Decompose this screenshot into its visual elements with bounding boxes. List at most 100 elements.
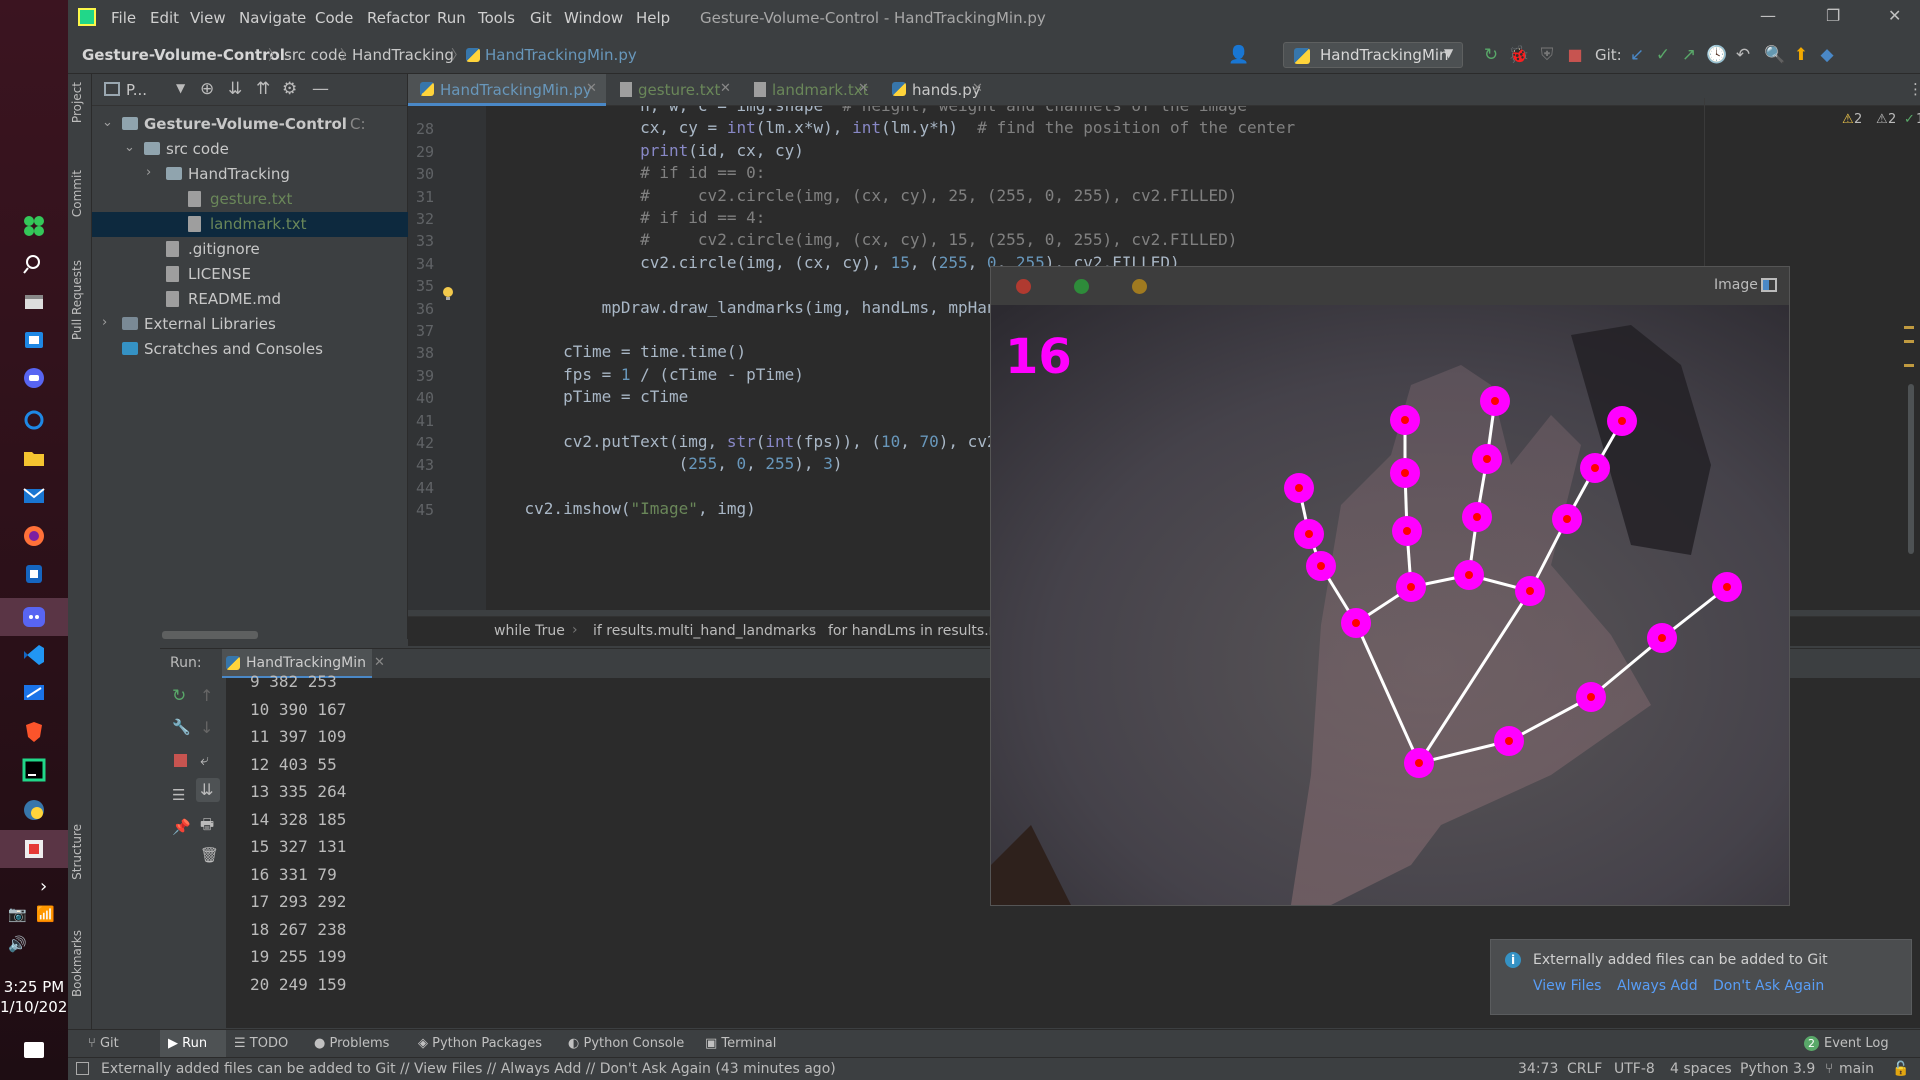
menu-edit[interactable]: Edit (150, 9, 179, 27)
menu-code[interactable]: Code (315, 9, 353, 27)
structure-tool-tab[interactable]: Structure (70, 824, 84, 880)
search-icon[interactable] (22, 252, 46, 276)
tab-gesture[interactable]: gesture.txt ✕ (608, 74, 740, 106)
git-commit-icon[interactable]: ✓ (1652, 44, 1674, 66)
project-view-select[interactable]: P... (126, 81, 147, 99)
tree-item[interactable]: ⌄ src code (92, 137, 408, 162)
menu-tools[interactable]: Tools (478, 9, 515, 27)
menu-run[interactable]: Run (437, 9, 466, 27)
search-everywhere-icon[interactable]: 🔍 (1764, 44, 1786, 66)
locate-file-icon[interactable]: ⊕ (200, 79, 214, 99)
camera-tray-icon[interactable]: 📷 (8, 905, 27, 923)
scroll-down-icon[interactable]: ↓ (200, 718, 213, 737)
files-icon[interactable] (22, 290, 46, 314)
menu-file[interactable]: File (111, 9, 136, 27)
rerun-icon[interactable]: ↻ (1480, 44, 1502, 66)
camera-image-window[interactable]: Image 16 (990, 266, 1790, 906)
editor-crumb-while[interactable]: while True (494, 623, 565, 639)
wrench-icon[interactable]: 🔧 (172, 718, 191, 736)
problems-tool-button[interactable]: ● Problems (314, 1036, 389, 1051)
app-grid-icon[interactable] (22, 214, 46, 238)
volume-icon[interactable]: 🔊 (8, 935, 27, 953)
history-icon[interactable]: 🕓 (1706, 44, 1728, 66)
tree-item[interactable]: landmark.txt (92, 212, 408, 237)
chevron-down-icon[interactable]: ▼ (176, 81, 185, 95)
brave-icon[interactable] (22, 720, 46, 744)
snip-icon[interactable] (22, 837, 46, 861)
more-tabs-icon[interactable]: ⋮ (1908, 80, 1920, 98)
restore-icon[interactable]: ❐ (1826, 6, 1840, 25)
chevron-down-icon[interactable]: ⌄ (102, 115, 113, 130)
terminal-icon[interactable] (22, 562, 46, 586)
breadcrumb-file[interactable]: HandTrackingMin.py (485, 46, 637, 64)
tree-item[interactable]: › HandTracking (92, 162, 408, 187)
bookmarks-tool-tab[interactable]: Bookmarks (70, 930, 84, 997)
python-console-tool-button[interactable]: ◐ Python Console (568, 1036, 684, 1051)
bulb-icon[interactable] (441, 286, 455, 302)
event-log-button[interactable]: Event Log (1824, 1036, 1889, 1051)
stop-icon[interactable]: ■ (1564, 44, 1586, 66)
maximize-window-button[interactable] (1074, 279, 1089, 294)
run-config-select[interactable]: HandTrackingMin ▼ (1283, 42, 1463, 68)
chevron-down-icon[interactable]: ⌄ (124, 140, 135, 155)
menu-navigate[interactable]: Navigate (239, 9, 306, 27)
pycharm-icon[interactable] (22, 758, 46, 782)
discord-icon[interactable] (22, 605, 46, 629)
minimize-window-button[interactable] (1132, 279, 1147, 294)
terminal-tool-button[interactable]: ▣ Terminal (705, 1036, 776, 1051)
rollback-icon[interactable]: ↶ (1732, 44, 1754, 66)
clock[interactable]: 3:25 PM 1/10/2022 (0, 977, 77, 1017)
close-tab-icon[interactable]: ✕ (720, 81, 731, 96)
lock-icon[interactable]: 🔓 (1892, 1061, 1909, 1077)
todo-tool-button[interactable]: ☰ TODO (234, 1036, 288, 1051)
cortana-icon[interactable] (22, 408, 46, 432)
store-icon[interactable] (22, 328, 46, 352)
run-tool-button[interactable]: ▶ Run (168, 1036, 207, 1051)
commit-tool-tab[interactable]: Commit (70, 170, 84, 217)
gear-icon[interactable]: ⚙ (282, 79, 297, 99)
git-update-icon[interactable]: ↙ (1626, 44, 1648, 66)
print-icon[interactable]: 🖶 (200, 814, 214, 839)
rerun-icon[interactable]: ↻ (172, 686, 186, 706)
project-tool-tab[interactable]: Project (70, 82, 84, 123)
git-push-icon[interactable]: ↗ (1678, 44, 1700, 66)
user-icon[interactable]: 👤 (1228, 44, 1250, 66)
close-tab-icon[interactable]: ✕ (858, 81, 869, 96)
tree-item[interactable]: gesture.txt (92, 187, 408, 212)
tree-item[interactable]: › External Libraries (92, 312, 408, 337)
pull-requests-tool-tab[interactable]: Pull Requests (70, 260, 84, 340)
close-icon[interactable]: ✕ (1888, 6, 1901, 25)
menu-refactor[interactable]: Refactor (367, 9, 430, 27)
status-message[interactable]: Externally added files can be added to G… (101, 1061, 836, 1077)
always-add-link[interactable]: Always Add (1617, 978, 1698, 994)
close-run-tab-icon[interactable]: ✕ (374, 655, 385, 670)
editor-scrollbar[interactable] (1908, 384, 1914, 554)
stop-icon[interactable] (174, 754, 187, 767)
notification-center-icon[interactable] (24, 1042, 44, 1058)
close-tab-icon[interactable]: ✕ (586, 81, 597, 96)
python-packages-tool-button[interactable]: ◈ Python Packages (418, 1036, 542, 1051)
menu-window[interactable]: Window (564, 9, 623, 27)
chat-icon[interactable] (22, 366, 46, 390)
tree-item[interactable]: ⌄ Gesture-Volume-Control C: (92, 112, 408, 137)
close-tab-icon[interactable]: ✕ (972, 81, 983, 96)
editor-crumb-if[interactable]: if results.multi_hand_landmarks (593, 623, 816, 639)
breadcrumb-handtracking[interactable]: HandTracking (352, 46, 454, 64)
expand-all-icon[interactable]: ⇊ (228, 79, 242, 99)
debug-icon[interactable]: 🐞 (1508, 44, 1530, 66)
view-files-link[interactable]: View Files (1533, 978, 1601, 994)
caret-position[interactable]: 34:73 (1518, 1061, 1558, 1077)
chevron-right-icon[interactable]: › (40, 876, 47, 897)
firefox-icon[interactable] (22, 524, 46, 548)
coverage-icon[interactable]: ⛨ (1536, 44, 1558, 66)
tab-landmark[interactable]: landmark.txt ✕ (742, 74, 878, 106)
menu-help[interactable]: Help (636, 9, 670, 27)
monitor-icon[interactable] (22, 682, 46, 706)
minimize-icon[interactable]: — (1760, 6, 1776, 25)
warning-icon[interactable]: ⚠ (1842, 112, 1854, 127)
scroll-up-icon[interactable]: ↑ (200, 686, 213, 705)
menu-view[interactable]: View (190, 9, 226, 27)
typo-check-icon[interactable]: ✓ (1904, 112, 1915, 127)
chevron-right-icon[interactable]: › (102, 315, 107, 330)
tab-hands[interactable]: hands.py ✕ (880, 74, 990, 106)
